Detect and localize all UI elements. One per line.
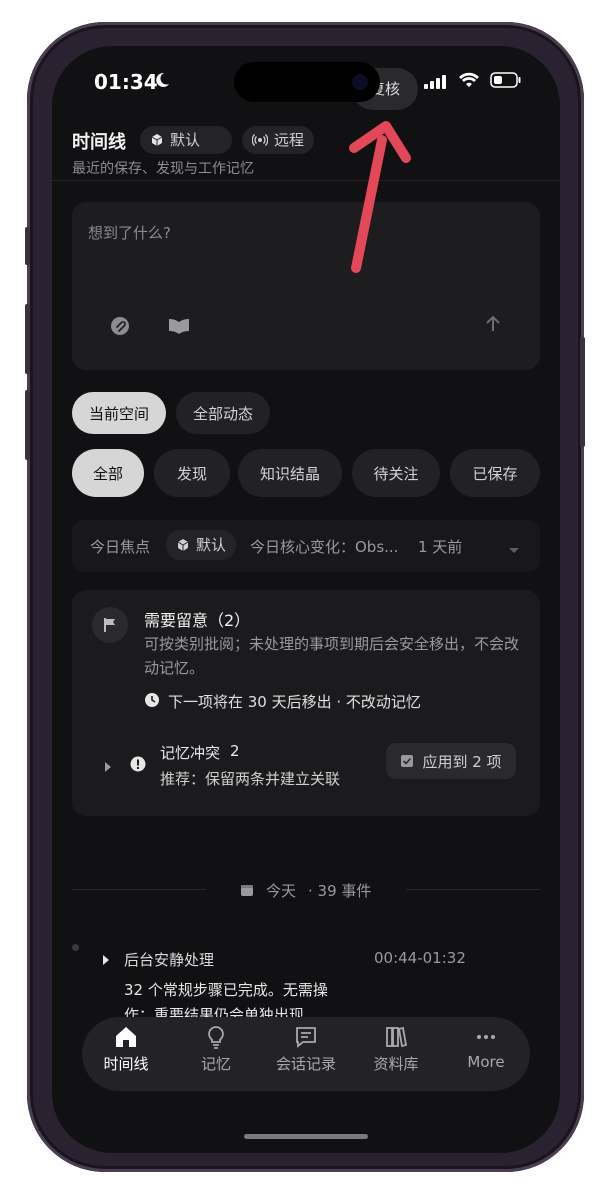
- warning-icon: [130, 756, 146, 776]
- clock-icon: [144, 692, 160, 712]
- nav-sessions[interactable]: 会话记录: [266, 1025, 346, 1074]
- attention-next: 下一项将在 30 天后移出 · 不改动记忆: [168, 693, 421, 711]
- volume-up-button: [25, 304, 30, 374]
- conflict-count: 2: [230, 742, 240, 760]
- nav-timeline-label: 时间线: [103, 1055, 149, 1073]
- nav-library[interactable]: 资料库: [356, 1025, 436, 1074]
- power-button: [580, 337, 585, 447]
- send-arrow-icon[interactable]: [484, 315, 502, 337]
- apply-button-label: 应用到 2 项: [422, 752, 502, 771]
- flag-icon: [104, 618, 115, 632]
- chat-icon: [296, 1027, 316, 1048]
- event-body-line1: 32 个常规步骤已完成。无需操: [124, 981, 328, 999]
- day-divider-left: [72, 889, 206, 890]
- header-divider: [52, 180, 560, 181]
- nav-timeline[interactable]: 时间线: [86, 1025, 166, 1074]
- nav-library-label: 资料库: [373, 1055, 419, 1073]
- filter-all[interactable]: 全部: [72, 449, 144, 497]
- nav-more-label: More: [467, 1053, 505, 1071]
- nav-sessions-label: 会话记录: [275, 1055, 336, 1073]
- volume-down-button: [25, 390, 30, 460]
- nav-more[interactable]: More: [446, 1025, 526, 1071]
- broadcast-icon: [252, 134, 268, 146]
- nav-memory[interactable]: 记忆: [176, 1025, 256, 1074]
- focus-label: 今日焦点: [90, 538, 151, 556]
- remote-chip[interactable]: 远程: [242, 126, 315, 154]
- day-label: 今天: [266, 882, 297, 900]
- filter-knowledge[interactable]: 知识结晶: [238, 449, 342, 497]
- tab-current-space[interactable]: 当前空间: [72, 392, 166, 434]
- page-subtitle: 最近的保存、发现与工作记忆: [72, 161, 254, 177]
- battery-icon: [490, 72, 522, 92]
- timeline-dot: [72, 944, 79, 951]
- flag-badge: [92, 607, 128, 643]
- moon-icon: [154, 72, 170, 92]
- apply-button[interactable]: 应用到 2 项: [386, 743, 516, 779]
- space-chip[interactable]: 默认: [140, 126, 233, 154]
- cube-icon: [151, 134, 163, 146]
- signal-icon: [424, 74, 448, 93]
- bottom-nav: 时间线 记忆 会话记录 资料库 More: [82, 1017, 530, 1091]
- attach-icon[interactable]: [110, 316, 130, 340]
- screen: 01:34 复核 时间线 默认 远程 最近的保存、发现与工作记忆 想到了什么? …: [52, 46, 560, 1153]
- chevron-down-icon[interactable]: [508, 540, 520, 559]
- day-events: · 39 事件: [308, 882, 372, 900]
- tab-all-activity[interactable]: 全部动态: [176, 392, 270, 434]
- lightbulb-icon: [208, 1026, 224, 1049]
- status-time: 01:34: [94, 70, 158, 94]
- home-icon: [116, 1027, 136, 1047]
- wifi-icon: [458, 72, 480, 92]
- focus-summary: 今日核心变化：Obs...: [250, 538, 399, 556]
- focus-space-label: 默认: [196, 536, 227, 554]
- expand-chevron-icon[interactable]: [104, 758, 112, 777]
- checkbox-icon: [401, 755, 414, 767]
- home-indicator: [244, 1134, 368, 1139]
- books-icon: [386, 1026, 408, 1048]
- annotation-arrow-icon: [349, 121, 411, 273]
- filter-discover[interactable]: 发现: [154, 449, 230, 497]
- page-title: 时间线: [72, 132, 126, 153]
- day-divider-right: [406, 889, 540, 890]
- calendar-icon: [240, 882, 254, 901]
- focus-space-chip[interactable]: 默认: [166, 530, 237, 560]
- filter-saved[interactable]: 已保存: [450, 449, 540, 497]
- event-time: 00:44-01:32: [374, 949, 466, 967]
- space-chip-label: 默认: [170, 131, 201, 149]
- more-icon: [477, 1035, 495, 1039]
- nav-memory-label: 记忆: [200, 1055, 231, 1073]
- book-icon[interactable]: [168, 317, 190, 339]
- cube-icon: [177, 539, 189, 551]
- attention-description: 可按类别批阅；未处理的事项到期后会安全移出，不会改动记忆。: [144, 635, 520, 677]
- attention-title: 需要留意（2）: [144, 611, 251, 630]
- focus-time: 1 天前: [418, 538, 463, 556]
- filter-watch[interactable]: 待关注: [352, 449, 440, 497]
- event-chevron-icon[interactable]: [102, 951, 110, 970]
- composer-input[interactable]: 想到了什么?: [88, 222, 171, 243]
- conflict-recommend: 推荐：保留两条并建立关联: [160, 770, 341, 788]
- conflict-title: 记忆冲突: [160, 744, 221, 762]
- dynamic-island: [234, 62, 380, 102]
- side-button: [25, 227, 30, 265]
- remote-chip-label: 远程: [274, 131, 305, 149]
- event-title[interactable]: 后台安静处理: [124, 949, 214, 970]
